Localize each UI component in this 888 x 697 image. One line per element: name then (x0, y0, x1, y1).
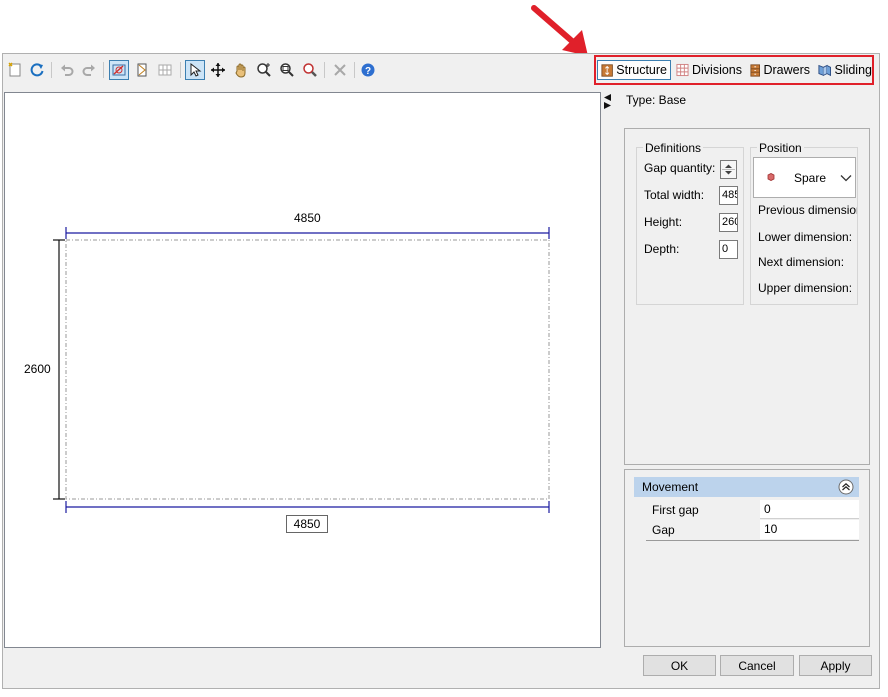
movement-row-gap: Gap 10 (646, 520, 859, 541)
apply-button[interactable]: Apply (799, 655, 872, 676)
chevron-down-icon (840, 175, 852, 182)
height-label: Height: (644, 215, 683, 229)
gap-label: Gap (652, 523, 675, 537)
gap-input[interactable]: 10 (760, 520, 859, 539)
svg-text:?: ? (365, 66, 371, 77)
total-width-label: Total width: (644, 188, 705, 202)
select-arrow-icon[interactable] (185, 60, 205, 80)
tab-structure[interactable]: Structure (597, 60, 671, 80)
depth-label: Depth: (644, 242, 680, 256)
movement-title: Movement (642, 480, 699, 494)
toolbar-separator (354, 62, 355, 78)
collapse-chevron-up-icon[interactable] (838, 479, 854, 495)
move-icon[interactable] (208, 60, 228, 80)
gap-quantity-stepper[interactable] (720, 160, 737, 179)
cancel-button[interactable]: Cancel (720, 655, 794, 676)
toolbar-separator (324, 62, 325, 78)
first-gap-input[interactable]: 0 (760, 500, 859, 519)
zoom-in-icon[interactable] (254, 60, 274, 80)
drawers-icon (750, 63, 761, 77)
movement-row-first-gap: First gap 0 (646, 500, 859, 520)
panel-collapse-arrows-icon[interactable] (603, 93, 612, 109)
redo-icon[interactable] (79, 60, 99, 80)
structure-view-icon[interactable] (109, 60, 129, 80)
position-selected-value: Spare (794, 171, 827, 185)
gap-quantity-label: Gap quantity: (644, 161, 716, 175)
left-dimension-label: 2600 (24, 362, 51, 376)
tab-drawers-label: Drawers (763, 63, 810, 77)
toolbar-separator (103, 62, 104, 78)
toolbar-separator (51, 62, 52, 78)
grid-view-icon[interactable] (155, 60, 175, 80)
tab-divisions-label: Divisions (691, 63, 742, 77)
sliding-icon (818, 64, 832, 77)
spare-cube-icon (767, 173, 775, 181)
tab-sliding-label: Sliding (834, 63, 872, 77)
movement-header[interactable]: Movement (634, 477, 859, 497)
type-label: Type: Base (626, 93, 687, 107)
lower-dimension-label: Lower dimension: (758, 230, 853, 244)
bottom-dimension-input[interactable]: 4850 (286, 515, 328, 533)
zoom-extent-icon[interactable] (300, 60, 320, 80)
top-dimension-label: 4850 (294, 211, 321, 225)
definitions-title: Definitions (643, 141, 704, 155)
help-icon[interactable]: ? (358, 60, 378, 80)
tab-divisions[interactable]: Divisions (673, 60, 745, 80)
first-gap-label: First gap (652, 503, 699, 517)
tab-structure-label: Structure (616, 63, 667, 77)
ok-button[interactable]: OK (643, 655, 716, 676)
door-view-icon[interactable] (132, 60, 152, 80)
total-width-input[interactable]: 4850 (719, 186, 738, 205)
refresh-icon[interactable] (27, 60, 47, 80)
tab-drawers[interactable]: Drawers (747, 60, 813, 80)
next-dimension-label: Next dimension: (758, 255, 845, 269)
divisions-icon (676, 63, 689, 77)
position-title: Position (757, 141, 804, 155)
zoom-window-icon[interactable] (277, 60, 297, 80)
depth-input[interactable]: 0 (719, 240, 738, 259)
undo-icon[interactable] (57, 60, 77, 80)
new-icon[interactable] (5, 60, 25, 80)
previous-dimension-label: Previous dimension (758, 203, 857, 217)
structure-drawing[interactable] (4, 92, 601, 648)
tab-sliding[interactable]: Sliding (815, 60, 875, 80)
height-input[interactable]: 2600 (719, 213, 738, 232)
structure-icon (601, 63, 613, 77)
toolbar-separator (180, 62, 181, 78)
pan-hand-icon[interactable] (231, 60, 251, 80)
stepper-arrows-icon (722, 164, 735, 175)
delete-icon[interactable] (330, 60, 350, 80)
upper-dimension-label: Upper dimension: (758, 281, 853, 295)
position-select[interactable]: Spare (753, 157, 856, 198)
